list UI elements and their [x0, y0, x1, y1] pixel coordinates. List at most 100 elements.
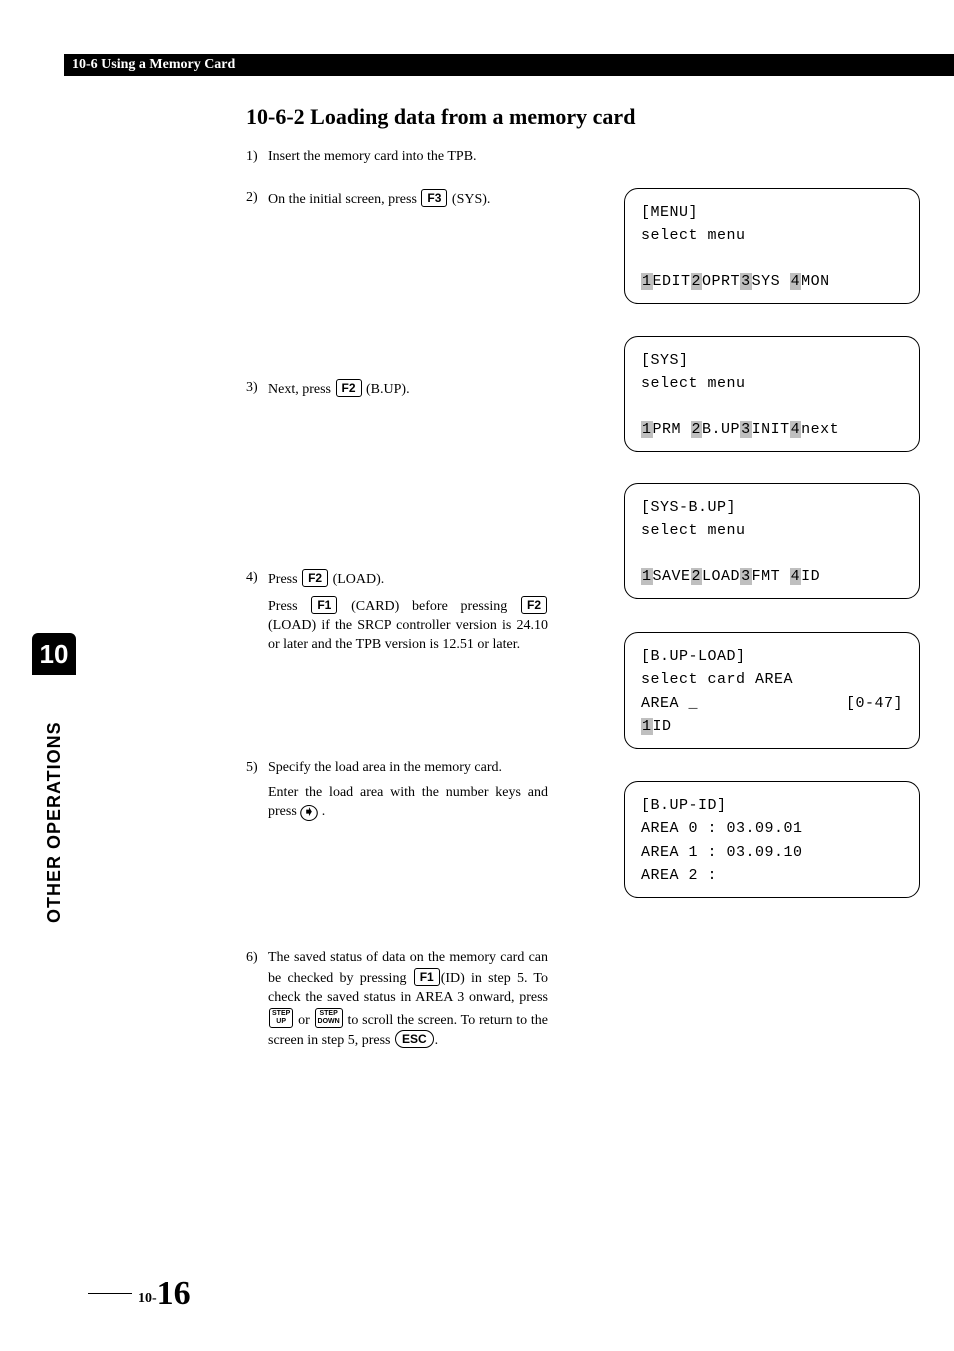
- screen-title: [SYS]: [641, 349, 903, 372]
- fn-label: B.UP: [702, 421, 740, 438]
- f2-keycap: F2: [336, 379, 362, 397]
- fn-num: 2: [691, 273, 703, 290]
- text-run: Press: [268, 599, 310, 614]
- screen-line: select menu: [641, 519, 903, 542]
- step-num: 1): [246, 148, 268, 167]
- text-run: On the initial screen, press: [268, 192, 420, 207]
- step-body: On the initial screen, press F3 (SYS).: [268, 189, 548, 210]
- fn-label: INIT: [752, 421, 790, 438]
- text-run: .: [318, 804, 325, 819]
- screen-fn-row: 1SAVE2LOAD3FMT 4ID: [641, 565, 903, 588]
- page-big: 16: [157, 1275, 191, 1312]
- step-body: Insert the memory card into the TPB.: [268, 148, 548, 167]
- page-prefix: 10-: [138, 1291, 157, 1306]
- fn-num: 1: [641, 568, 653, 585]
- step-subtext: Press F1 (CARD) before pressing F2 (LOAD…: [268, 596, 548, 655]
- text-run: (SYS).: [448, 192, 490, 207]
- text-run: [0-47]: [846, 692, 903, 715]
- text-run: (B.UP).: [363, 382, 410, 397]
- screen-sys: [SYS] select menu 1PRM 2B.UP3INIT4next: [624, 336, 920, 465]
- step-down-keycap: STEPDOWN: [315, 1008, 343, 1028]
- screen-line: select menu: [641, 224, 903, 247]
- fn-label: next: [801, 421, 839, 438]
- text-run: STEP: [272, 1010, 290, 1017]
- screen-line: AREA 2 :: [641, 864, 903, 887]
- step-6: 6)The saved status of data on the memory…: [246, 949, 916, 1051]
- fn-num: 3: [740, 568, 752, 585]
- fn-label: PRM: [653, 421, 691, 438]
- text-run: .: [435, 1033, 439, 1048]
- f3-keycap: F3: [421, 189, 447, 207]
- step-num: 4): [246, 569, 268, 588]
- text-run: UP: [276, 1018, 286, 1025]
- text-run: (CARD) before pressing: [338, 599, 520, 614]
- screen-line: AREA _ [0-47]: [641, 692, 903, 715]
- enter-arrow-icon: ➧: [300, 805, 318, 821]
- fn-num: 4: [790, 273, 802, 290]
- fn-num: 3: [740, 421, 752, 438]
- fn-label: ID: [801, 568, 820, 585]
- fn-num: 1: [641, 421, 653, 438]
- fn-num: 1: [641, 273, 653, 290]
- screen-load: [B.UP-LOAD] select card AREA AREA _ [0-47…: [624, 632, 920, 762]
- screen-line: select card AREA: [641, 668, 903, 691]
- step-body: Specify the load area in the memory card…: [268, 759, 548, 822]
- screen-title: [MENU]: [641, 201, 903, 224]
- step-num: 6): [246, 949, 268, 968]
- fn-label: EDIT: [653, 273, 691, 290]
- step-num: 3): [246, 379, 268, 398]
- section-title: 10-6-2 Loading data from a memory card: [246, 104, 916, 130]
- page-header: 10-6 Using a Memory Card: [64, 54, 954, 76]
- fn-num: 2: [691, 568, 703, 585]
- step-subtext: Enter the load area with the number keys…: [268, 784, 548, 822]
- fn-num: 4: [790, 421, 802, 438]
- text-run: AREA _: [641, 692, 698, 715]
- sidebar-label: OTHER OPERATIONS: [44, 693, 65, 923]
- fn-label: LOAD: [702, 568, 740, 585]
- fn-label: ID: [653, 718, 672, 735]
- text-run: DOWN: [318, 1018, 340, 1025]
- f1-keycap: F1: [414, 968, 440, 986]
- page-rule-icon: [88, 1293, 132, 1294]
- f1-keycap: F1: [311, 596, 337, 614]
- screen-title: [SYS-B.UP]: [641, 496, 903, 519]
- fn-num: 4: [790, 568, 802, 585]
- fn-label: MON: [801, 273, 830, 290]
- screen-line: AREA 1 : 03.09.10: [641, 841, 903, 864]
- f2-keycap: F2: [302, 569, 328, 587]
- text-run: Press: [268, 572, 301, 587]
- fn-label: SYS: [752, 273, 790, 290]
- screen-title: [B.UP-LOAD]: [641, 645, 903, 668]
- text-run: Next, press: [268, 382, 335, 397]
- f2-keycap: F2: [521, 596, 547, 614]
- screen-menu: [MENU] select menu 1EDIT2OPRT3SYS 4MON: [624, 188, 920, 317]
- sidebar: 10 OTHER OPERATIONS: [32, 633, 76, 923]
- screen-id: [B.UP-ID] AREA 0 : 03.09.01 AREA 1 : 03.…: [624, 781, 920, 911]
- screen-fn-row: 1PRM 2B.UP3INIT4next: [641, 418, 903, 441]
- fn-num: 3: [740, 273, 752, 290]
- screen-line: AREA 0 : 03.09.01: [641, 817, 903, 840]
- text-run: (LOAD).: [329, 572, 384, 587]
- fn-label: OPRT: [702, 273, 740, 290]
- fn-label: SAVE: [653, 568, 691, 585]
- fn-label: FMT: [752, 568, 790, 585]
- page-number: 10-16: [88, 1275, 191, 1313]
- screen-fn-row: 1EDIT2OPRT3SYS 4MON: [641, 270, 903, 293]
- step-num: 5): [246, 759, 268, 778]
- step-up-keycap: STEPUP: [269, 1008, 293, 1028]
- text-run: STEP: [319, 1010, 337, 1017]
- chapter-badge: 10: [32, 633, 76, 675]
- screen-fn-row: 1ID: [641, 715, 903, 738]
- text-run: or: [294, 1013, 313, 1028]
- step-1: 1)Insert the memory card into the TPB.: [246, 148, 916, 167]
- screen-title: [B.UP-ID]: [641, 794, 903, 817]
- fn-num: 2: [691, 421, 703, 438]
- screen-line: select menu: [641, 372, 903, 395]
- screen-bup: [SYS-B.UP] select menu 1SAVE2LOAD3FMT 4I…: [624, 483, 920, 612]
- step-body: Press F2 (LOAD). Press F1 (CARD) before …: [268, 569, 548, 655]
- fn-num: 1: [641, 718, 653, 735]
- step-body: The saved status of data on the memory c…: [268, 949, 548, 1051]
- step-body: Next, press F2 (B.UP).: [268, 379, 548, 400]
- header-breadcrumb: 10-6 Using a Memory Card: [72, 57, 235, 73]
- step-num: 2): [246, 189, 268, 208]
